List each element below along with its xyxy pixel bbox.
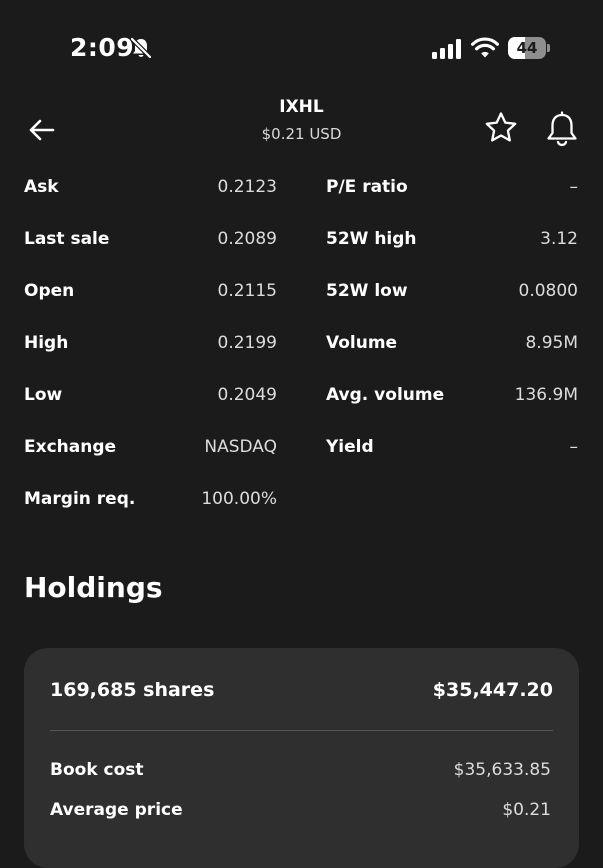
stat-label: Avg. volume [326,385,445,405]
stat-row-volume: Volume 8.95M [326,321,578,365]
stat-value: 3.12 [540,229,578,249]
battery-level: 44 [516,39,538,57]
quote-header: IXHL $0.21 USD [0,96,603,160]
star-icon[interactable] [483,110,519,146]
stat-row-open: Open 0.2115 [24,269,277,313]
stat-row-52w-low: 52W low 0.0800 [326,269,578,313]
stat-value: – [569,177,579,197]
stat-value: 0.2049 [217,385,277,405]
bell-slash-icon [130,37,152,59]
stat-row-margin-req: Margin req. 100.00% [24,477,277,521]
status-bar: 2:09 44 [0,0,603,96]
holdings-heading: Holdings [24,571,163,604]
holdings-row-label: Book cost [50,760,144,780]
holdings-row-label: Average price [50,800,183,820]
bell-icon[interactable] [544,110,580,148]
stat-label: 52W low [326,281,408,301]
stat-label: 52W high [326,229,417,249]
stat-row-avg-volume: Avg. volume 136.9M [326,373,578,417]
stat-row-last-sale: Last sale 0.2089 [24,217,277,261]
market-value: $35,447.20 [432,679,553,701]
battery-icon: 44 [508,37,550,61]
stat-row-high: High 0.2199 [24,321,277,365]
holdings-row-value: $0.21 [502,800,551,820]
holdings-row-value: $35,633.85 [453,760,551,780]
stat-label: Open [24,281,75,301]
stat-value: – [569,437,579,457]
stat-value: 8.95M [525,333,578,353]
stat-value: 0.0800 [518,281,578,301]
stat-row-yield: Yield – [326,425,578,469]
stat-label: Margin req. [24,489,136,509]
stat-value: 0.2199 [217,333,277,353]
battery-cap [547,44,550,52]
holdings-card[interactable]: 169,685 shares $35,447.20 Book cost $35,… [24,648,579,868]
shares-count: 169,685 shares [50,679,215,701]
stat-value: 0.2089 [217,229,277,249]
cellular-signal-icon [432,39,461,59]
stat-row-pe-ratio: P/E ratio – [326,165,578,209]
stat-row-52w-high: 52W high 3.12 [326,217,578,261]
stat-label: Yield [326,437,374,457]
stat-label: P/E ratio [326,177,408,197]
card-divider [50,730,553,731]
holdings-row-book-cost: Book cost $35,633.85 [50,755,551,785]
wifi-icon [471,37,499,58]
stat-label: Last sale [24,229,110,249]
stat-row-exchange: Exchange NASDAQ [24,425,277,469]
stat-value: 136.9M [514,385,578,405]
stat-label: Ask [24,177,59,197]
stat-label: Low [24,385,63,405]
stat-value: 0.2115 [217,281,277,301]
stat-value: NASDAQ [204,437,277,457]
battery-body: 44 [508,37,546,59]
stat-label: High [24,333,69,353]
holdings-row-average-price: Average price $0.21 [50,795,551,825]
stat-row-ask: Ask 0.2123 [24,165,277,209]
stat-label: Volume [326,333,398,353]
stat-row-low: Low 0.2049 [24,373,277,417]
status-time: 2:09 [70,33,135,62]
stat-value: 0.2123 [217,177,277,197]
stat-value: 100.00% [201,489,277,509]
stat-label: Exchange [24,437,117,457]
